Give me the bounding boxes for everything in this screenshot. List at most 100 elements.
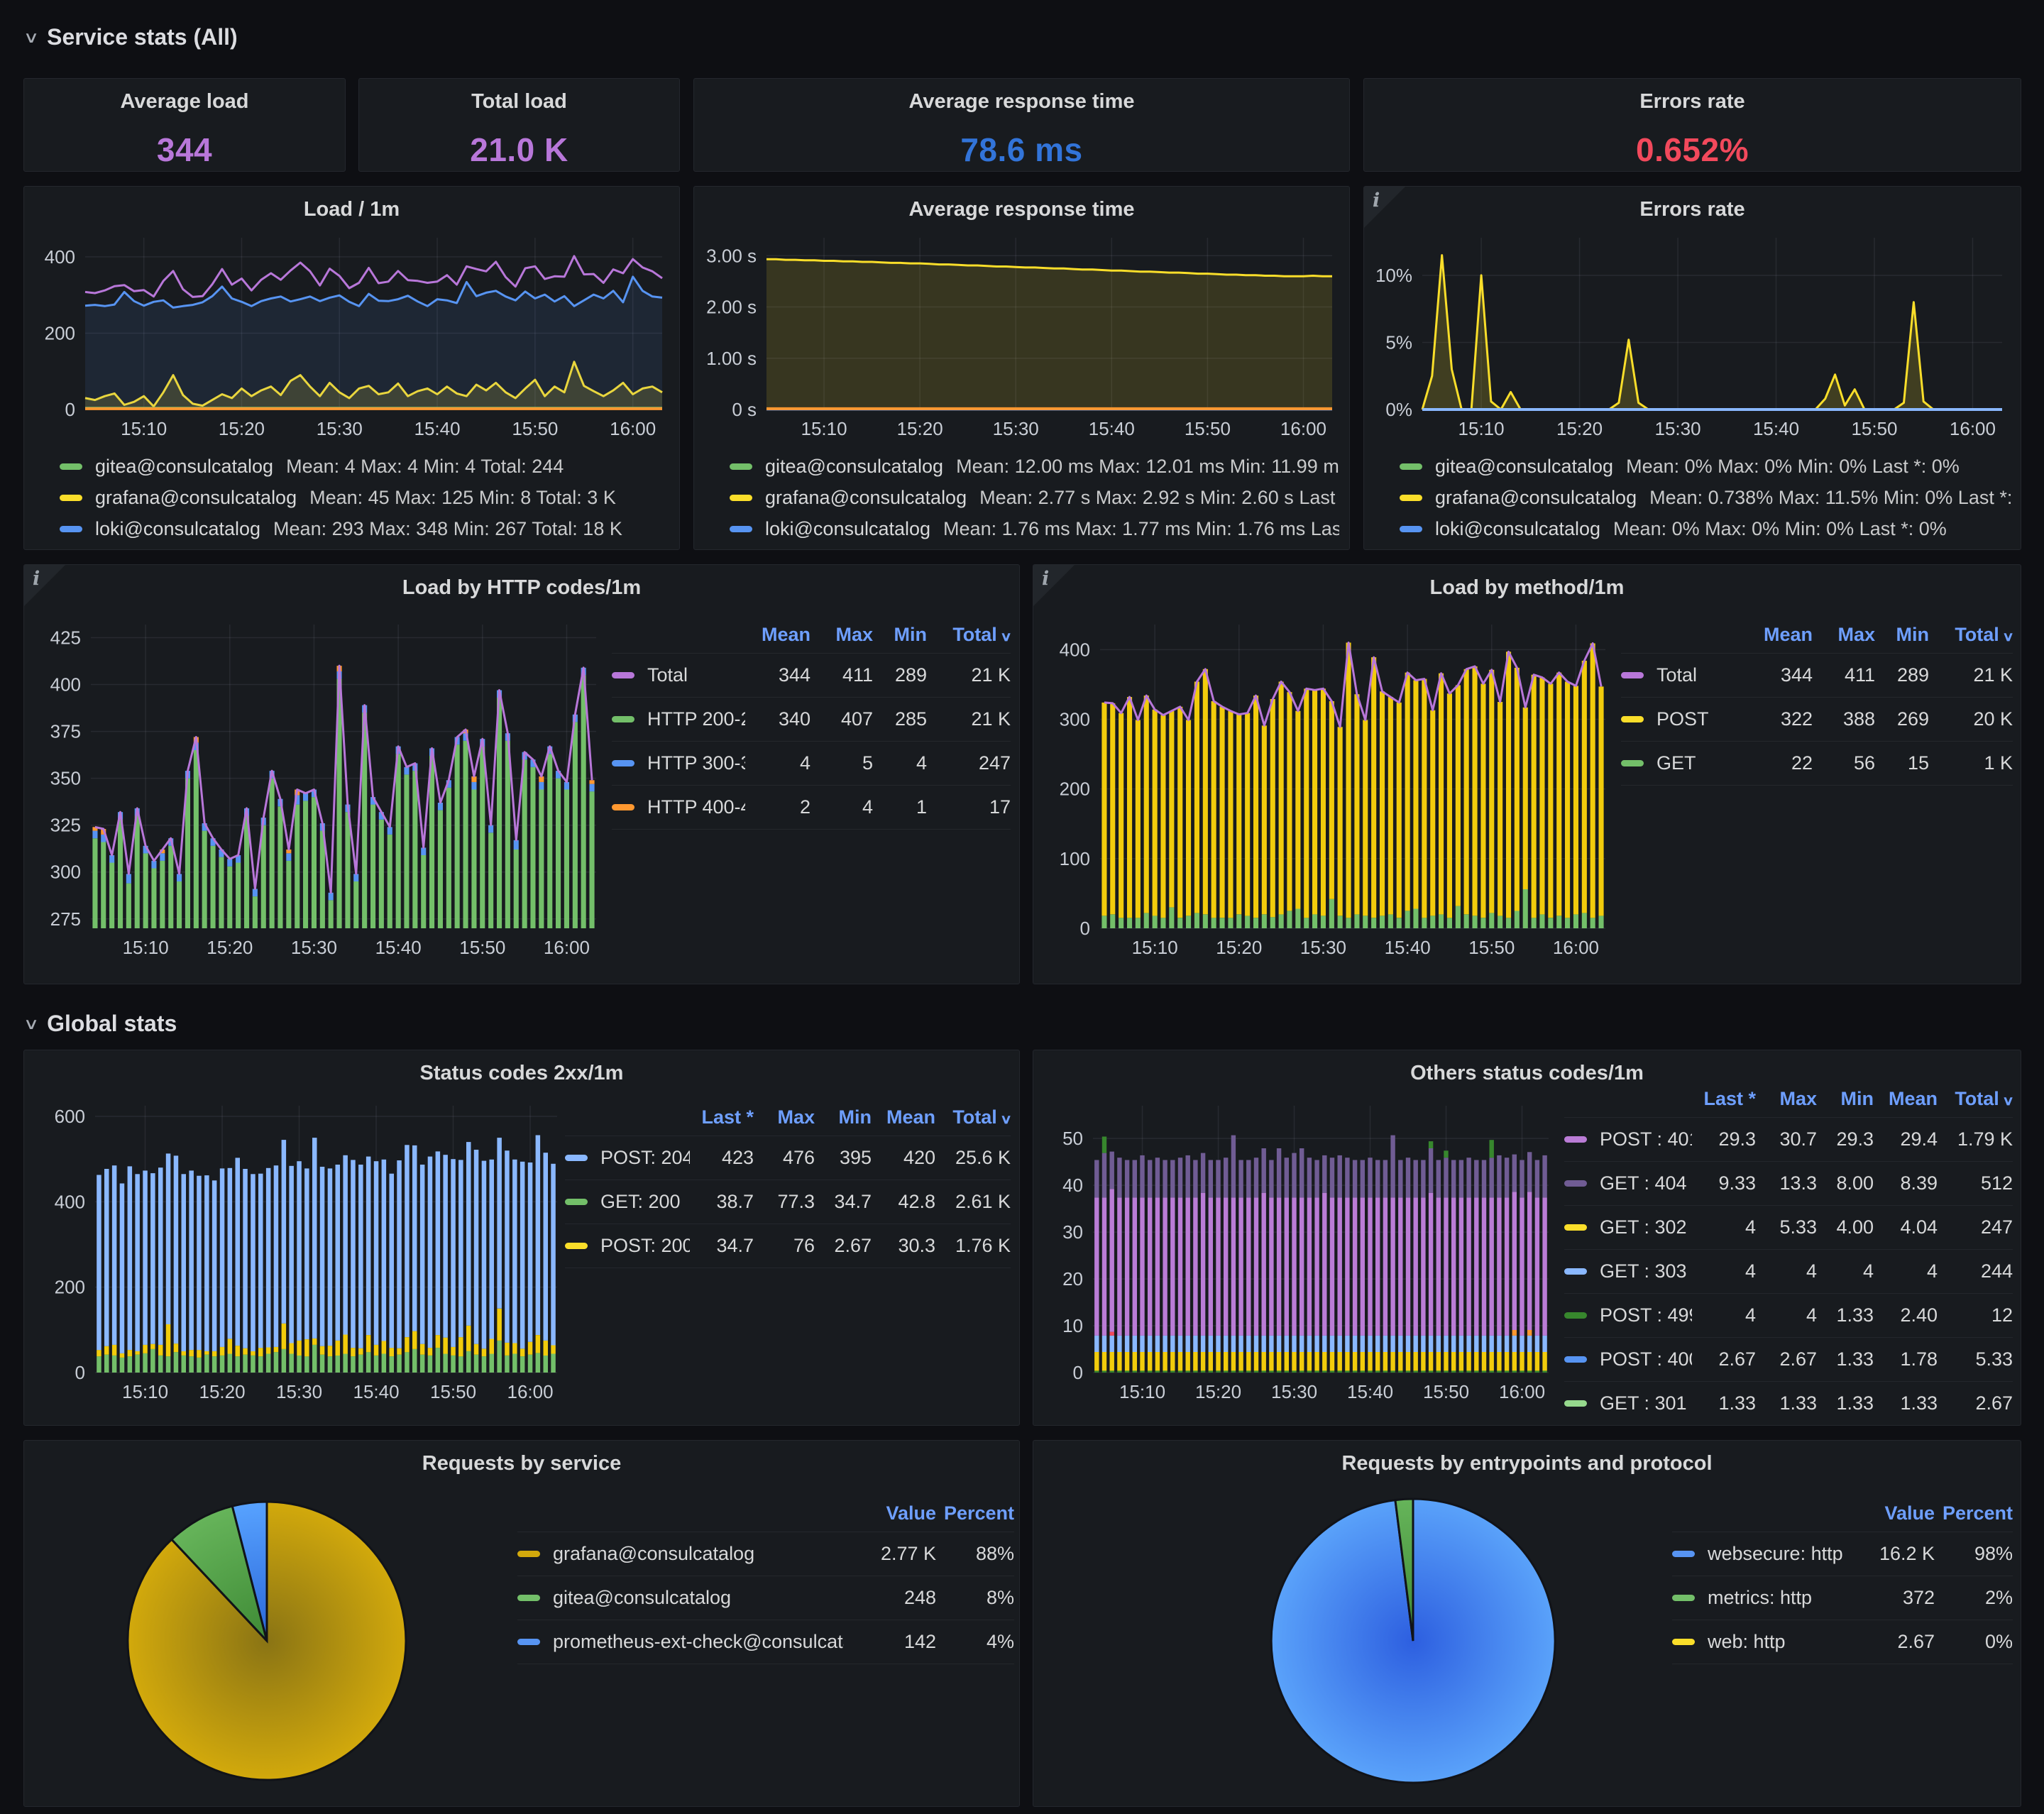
panel-info-corner[interactable]	[1033, 565, 1075, 606]
legend-item[interactable]: gitea@consulcatalogMean: 4 Max: 4 Min: 4…	[60, 451, 669, 482]
metric-value: 77.3	[754, 1191, 815, 1213]
legend-table-row[interactable]: POST : 499441.332.4012	[1564, 1294, 2013, 1338]
requests-by-entrypoints-pie[interactable]	[1260, 1490, 1573, 1796]
legend-table-row[interactable]: gitea@consulcatalog2488%	[517, 1576, 1014, 1620]
legend-table-row[interactable]: prometheus-ext-check@consulcatalog1424%	[517, 1620, 1014, 1664]
methods-chart[interactable]: 15:1015:2015:3015:4015:5016:000100200300…	[1043, 610, 1611, 962]
legend-table-row[interactable]: POST : 4002.672.671.331.785.33	[1564, 1338, 2013, 1382]
svg-text:16:00: 16:00	[1553, 937, 1599, 958]
column-header-max[interactable]: Max	[1813, 624, 1875, 646]
stat-value: 0.652%	[1364, 131, 2021, 169]
legend-table-row[interactable]: POST: 20034.7762.6730.31.76 K	[565, 1224, 1011, 1268]
load-1m-chart[interactable]: 15:1015:2015:3015:4015:5016:000200400	[30, 228, 672, 441]
errors-rate-chart[interactable]: 15:1015:2015:3015:4015:5016:000%5%10%	[1370, 228, 2012, 441]
legend-item[interactable]: loki@consulcatalogMean: 1.76 ms Max: 1.7…	[730, 513, 1339, 544]
panel-title: Requests by entrypoints and protocol	[1033, 1441, 2021, 1475]
legend-table-row[interactable]: GET : 3011.331.331.331.332.67	[1564, 1382, 2013, 1426]
http-codes-chart[interactable]: 15:1015:2015:3015:4015:5016:002753003253…	[34, 610, 602, 962]
legend-table-row[interactable]: POST: 20442347639542025.6 K	[565, 1136, 1011, 1180]
column-header-min[interactable]: Min	[873, 624, 927, 646]
column-header-percent[interactable]: Percent	[936, 1502, 1014, 1524]
legend-item[interactable]: loki@consulcatalogMean: 293 Max: 348 Min…	[60, 513, 669, 544]
others-status-codes-chart[interactable]: 15:1015:2015:3015:4015:5016:000102030405…	[1043, 1093, 1554, 1405]
requests-by-service-pie[interactable]	[116, 1490, 422, 1796]
legend-item[interactable]: gitea@consulcatalogMean: 0% Max: 0% Min:…	[1400, 451, 2011, 482]
svg-text:10: 10	[1062, 1315, 1083, 1336]
column-header-max[interactable]: Max	[1756, 1088, 1817, 1110]
column-header-mean[interactable]: Mean	[745, 624, 811, 646]
column-header-value[interactable]: Value	[844, 1502, 936, 1524]
column-header-mean[interactable]: Mean	[872, 1106, 935, 1128]
legend-table-row[interactable]: websecure: http16.2 K98%	[1672, 1532, 2013, 1576]
legend-table-row[interactable]: Total34441128921 K	[1621, 654, 2013, 698]
metric-value: 16.2 K	[1842, 1543, 1935, 1565]
column-header-min[interactable]: Min	[815, 1106, 872, 1128]
legend-table-row[interactable]: HTTP 200-29934040728521 K	[612, 698, 1011, 742]
series-color-swatch	[1564, 1312, 1587, 1319]
series-label: POST : 400	[1597, 1348, 1692, 1370]
svg-text:0%: 0%	[1385, 399, 1412, 420]
svg-text:16:00: 16:00	[610, 418, 656, 439]
series-label: gitea@consulcatalog	[95, 456, 273, 478]
panel-info-corner[interactable]	[1364, 187, 1405, 228]
column-header-min[interactable]: Min	[1817, 1088, 1874, 1110]
metric-value: 2.67	[1938, 1392, 2013, 1414]
column-header-last-[interactable]: Last *	[1692, 1088, 1756, 1110]
legend-table-row[interactable]: metrics: http3722%	[1672, 1576, 2013, 1620]
legend-table: ValuePercent websecure: http16.2 K98%metr…	[1672, 1495, 2013, 1664]
column-header-min[interactable]: Min	[1875, 624, 1929, 646]
svg-text:15:10: 15:10	[1458, 418, 1505, 439]
stat-panel-avg-response-time: Average response time 78.6 ms	[693, 78, 1350, 172]
status-codes-2xx-chart[interactable]: 15:1015:2015:3015:4015:5016:000200400600	[34, 1093, 563, 1405]
metric-value: 1	[873, 796, 927, 818]
legend-table-row[interactable]: GET: 20038.777.334.742.82.61 K	[565, 1180, 1011, 1224]
legend-table-row[interactable]: POST : 40129.330.729.329.41.79 K	[1564, 1118, 2013, 1162]
series-color-swatch	[60, 495, 82, 501]
legend-table-row[interactable]: Total34441128921 K	[612, 654, 1011, 698]
section-global-stats[interactable]: ∨ Global stats	[26, 1011, 177, 1037]
svg-text:50: 50	[1062, 1128, 1083, 1149]
metric-value: 4.00	[1817, 1216, 1874, 1238]
metric-value: 4	[1756, 1304, 1817, 1326]
series-stats: Mean: 12.00 ms Max: 12.01 ms Min: 11.99 …	[956, 456, 1339, 478]
metric-value: 29.3	[1817, 1128, 1874, 1150]
panel-load-1m: Load / 1m 15:1015:2015:3015:4015:5016:00…	[23, 186, 680, 550]
legend-table-row[interactable]: GET : 3034444244	[1564, 1250, 2013, 1294]
column-header-percent[interactable]: Percent	[1935, 1502, 2013, 1524]
legend-table-row[interactable]: GET : 4049.3313.38.008.39512	[1564, 1162, 2013, 1206]
legend-item[interactable]: grafana@consulcatalogMean: 2.77 s Max: 2…	[730, 482, 1339, 513]
legend-table-row[interactable]: GET2256151 K	[1621, 742, 2013, 786]
svg-text:5%: 5%	[1385, 331, 1412, 353]
panel-title: Load by HTTP codes/1m	[24, 565, 1019, 600]
panel-info-corner[interactable]	[24, 565, 65, 606]
section-service-stats[interactable]: ∨ Service stats (All)	[26, 24, 238, 50]
column-header-mean[interactable]: Mean	[1747, 624, 1813, 646]
legend-table-row[interactable]: GET : 30245.334.004.04247	[1564, 1206, 2013, 1250]
legend-table-row[interactable]: HTTP 400-49924117	[612, 786, 1011, 830]
svg-text:15:10: 15:10	[1132, 937, 1178, 958]
column-header-value[interactable]: Value	[1842, 1502, 1935, 1524]
panel-title: Errors rate	[1364, 187, 2021, 221]
column-header-total[interactable]: Total∨	[1938, 1088, 2013, 1110]
series-label: HTTP 200-299	[644, 708, 745, 730]
column-header-last-[interactable]: Last *	[690, 1106, 754, 1128]
legend-table-row[interactable]: HTTP 300-399454247	[612, 742, 1011, 786]
svg-text:15:20: 15:20	[1216, 937, 1262, 958]
legend-table-row[interactable]: POST32238826920 K	[1621, 698, 2013, 742]
legend-item[interactable]: gitea@consulcatalogMean: 12.00 ms Max: 1…	[730, 451, 1339, 482]
column-header-total[interactable]: Total∨	[927, 624, 1011, 646]
legend-table-row[interactable]: web: http2.670%	[1672, 1620, 2013, 1664]
column-header-max[interactable]: Max	[754, 1106, 815, 1128]
svg-text:0: 0	[1080, 918, 1090, 939]
legend-table-row[interactable]: grafana@consulcatalog2.77 K88%	[517, 1532, 1014, 1576]
column-header-total[interactable]: Total∨	[1929, 624, 2013, 646]
response-time-chart[interactable]: 15:1015:2015:3015:4015:5016:000 s1.00 s2…	[700, 228, 1342, 441]
column-header-mean[interactable]: Mean	[1874, 1088, 1938, 1110]
legend-item[interactable]: loki@consulcatalogMean: 0% Max: 0% Min: …	[1400, 513, 2011, 544]
legend-item[interactable]: grafana@consulcatalogMean: 45 Max: 125 M…	[60, 482, 669, 513]
column-header-max[interactable]: Max	[811, 624, 873, 646]
legend-item[interactable]: grafana@consulcatalogMean: 0.738% Max: 1…	[1400, 482, 2011, 513]
column-header-total[interactable]: Total∨	[935, 1106, 1011, 1128]
svg-text:15:30: 15:30	[1300, 937, 1346, 958]
series-label: POST: 204	[598, 1147, 690, 1169]
